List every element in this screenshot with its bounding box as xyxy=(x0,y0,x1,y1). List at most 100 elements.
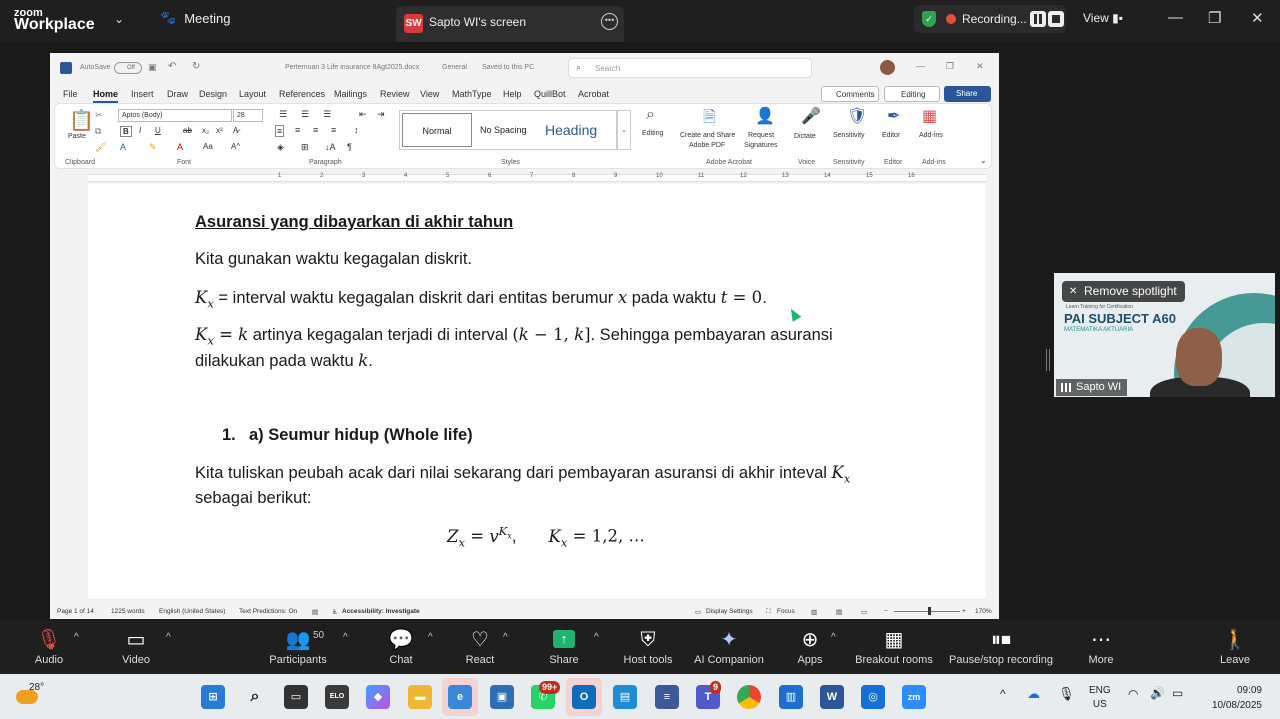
status-zoom[interactable]: 170% xyxy=(975,608,992,615)
format-painter-icon[interactable]: 🖌 xyxy=(95,142,106,153)
italic-button[interactable]: I xyxy=(139,126,141,135)
tab-design[interactable]: Design xyxy=(199,89,227,99)
undo-icon[interactable]: ↶ xyxy=(168,61,176,72)
search-icon[interactable]: ⌕ xyxy=(243,685,267,709)
editing-mode-button[interactable]: Editing xyxy=(884,86,940,102)
multilevel-list-icon[interactable]: ☰ xyxy=(323,109,331,120)
zoom-in-icon[interactable]: + xyxy=(962,608,966,615)
edge-browser-icon[interactable]: e xyxy=(448,685,472,709)
status-focus[interactable]: Focus xyxy=(777,608,795,615)
status-display[interactable]: Display Settings xyxy=(706,608,753,615)
breakout-rooms-button[interactable]: ▦ Breakout rooms xyxy=(852,620,936,674)
editing-group-label[interactable]: Editing xyxy=(642,130,663,137)
create-share-label-2[interactable]: Adobe PDF xyxy=(689,142,725,149)
copy-icon[interactable]: ⧉ xyxy=(95,126,101,137)
numbering-icon[interactable]: ☰ xyxy=(301,109,309,120)
ai-companion-button[interactable]: ✦ AI Companion xyxy=(690,620,768,674)
borders-icon[interactable]: ⊞ xyxy=(301,142,309,153)
vertical-scrollbar[interactable] xyxy=(988,184,999,598)
audio-caret-icon[interactable]: ^ xyxy=(74,632,79,643)
pdf-create-icon[interactable]: 🗎 xyxy=(703,106,716,133)
participants-caret-icon[interactable]: ^ xyxy=(343,632,348,643)
more-options-icon[interactable]: ••• xyxy=(601,13,618,30)
bullets-icon[interactable]: ☰ xyxy=(279,109,287,120)
windows-start-icon[interactable]: ⊞ xyxy=(201,685,225,709)
apps-button[interactable]: ⊕ Apps xyxy=(792,620,828,674)
pause-stop-recording-button[interactable]: ⏸⏹ Pause/stop recording xyxy=(946,620,1056,674)
chrome-icon[interactable] xyxy=(737,685,761,709)
microphone-tray-icon[interactable]: 🎙 xyxy=(1058,686,1075,702)
view-button[interactable]: View ▮▪ xyxy=(1083,11,1123,25)
collapse-ribbon-icon[interactable]: ⌄ xyxy=(980,156,987,165)
save-icon[interactable]: ▣ xyxy=(148,62,157,73)
autosave-toggle[interactable]: Off xyxy=(114,62,142,74)
editor-pen-icon[interactable]: ✒ xyxy=(887,106,900,126)
audio-button[interactable]: 🎙 Audio xyxy=(28,620,70,674)
font-size-select[interactable]: 28 xyxy=(233,109,263,122)
shared-screen-tab[interactable]: SW Sapto WI's screen ••• xyxy=(396,6,624,42)
elo-app-icon[interactable]: ELO xyxy=(325,685,349,709)
battery-icon[interactable]: ▭ xyxy=(1172,686,1183,700)
video-caret-icon[interactable]: ^ xyxy=(166,632,171,643)
minimize-icon[interactable]: — xyxy=(1168,9,1183,26)
store-icon[interactable]: ▣ xyxy=(490,685,514,709)
apps-caret-icon[interactable]: ^ xyxy=(831,632,836,643)
read-mode-icon[interactable]: ▥ xyxy=(811,608,817,616)
close-icon[interactable]: ✕ xyxy=(1251,9,1264,27)
task-view-icon[interactable]: ▭ xyxy=(284,685,308,709)
signature-icon[interactable]: 👤 xyxy=(755,106,775,126)
tab-mathtype[interactable]: MathType xyxy=(452,89,492,99)
calculator-icon[interactable]: ▤ xyxy=(613,685,637,709)
styles-expand-button[interactable]: ⌄ xyxy=(617,110,631,150)
editor-label[interactable]: Editor xyxy=(882,132,900,139)
tab-review[interactable]: Review xyxy=(380,89,410,99)
sensitivity-label[interactable]: General xyxy=(442,64,467,71)
share-button[interactable]: Share xyxy=(944,86,991,102)
user-avatar[interactable] xyxy=(880,60,895,75)
request-label-1[interactable]: Request xyxy=(748,132,774,139)
leave-button[interactable]: 🚶 Leave xyxy=(1216,620,1254,674)
panel-splitter[interactable] xyxy=(1046,349,1050,371)
comments-button[interactable]: Comments xyxy=(821,86,879,102)
remove-spotlight-button[interactable]: Remove spotlight xyxy=(1062,281,1185,302)
system-clock[interactable]: 09:09 10/08/2025 xyxy=(1202,683,1262,713)
word-search-input[interactable]: Search xyxy=(568,58,812,78)
app-icon[interactable]: ≡ xyxy=(655,685,679,709)
proofing-icon[interactable]: ▤ xyxy=(312,608,318,616)
sort-icon[interactable]: ↓A xyxy=(325,142,336,152)
style-no-spacing[interactable]: No Spacing xyxy=(480,113,540,147)
underline-button[interactable]: U xyxy=(155,126,161,135)
align-center-icon[interactable]: ≡ xyxy=(295,125,300,135)
pilcrow-icon[interactable]: ¶ xyxy=(347,142,352,152)
strikethrough-button[interactable]: ab xyxy=(183,126,192,135)
sensitivity-button-label[interactable]: Sensitivity xyxy=(833,132,865,139)
style-normal[interactable]: Normal xyxy=(402,113,472,147)
find-icon[interactable]: ⌕ xyxy=(646,106,655,124)
input-language[interactable]: ENG US xyxy=(1089,684,1111,712)
share-caret-icon[interactable]: ^ xyxy=(594,632,599,643)
snipping-icon[interactable]: ◎ xyxy=(861,685,885,709)
highlight-icon[interactable]: ✎ xyxy=(149,142,157,153)
style-heading[interactable]: Heading xyxy=(545,113,615,147)
tab-quillbot[interactable]: QuillBot xyxy=(534,89,566,99)
meeting-button[interactable]: 🐾 Meeting xyxy=(160,10,230,26)
clear-format-icon[interactable]: A̷ xyxy=(233,126,238,135)
font-family-select[interactable]: Aptos (Body) xyxy=(118,109,232,122)
react-caret-icon[interactable]: ^ xyxy=(503,632,508,643)
dictate-label[interactable]: Dictate xyxy=(794,133,816,140)
pause-recording-button[interactable] xyxy=(1030,11,1046,27)
more-button[interactable]: ⋯ More xyxy=(1082,620,1120,674)
increase-indent-icon[interactable]: ⇥ xyxy=(377,109,385,120)
decrease-indent-icon[interactable]: ⇤ xyxy=(359,109,367,120)
font-color-icon[interactable]: A xyxy=(177,142,183,152)
addins-label[interactable]: Add-ins xyxy=(919,132,943,139)
tab-view[interactable]: View xyxy=(420,89,439,99)
microphone-icon[interactable]: 🎤 xyxy=(801,106,821,126)
tab-draw[interactable]: Draw xyxy=(167,89,188,99)
chat-button[interactable]: 💬 Chat xyxy=(382,620,420,674)
zoom-slider[interactable] xyxy=(894,611,960,612)
volume-icon[interactable]: 🔊 xyxy=(1150,686,1165,700)
addins-grid-icon[interactable]: ▦ xyxy=(922,106,937,126)
restore-icon[interactable]: ❐ xyxy=(1208,9,1221,27)
spotlight-video[interactable]: Learn Training for Certification PAI SUB… xyxy=(1054,273,1275,397)
